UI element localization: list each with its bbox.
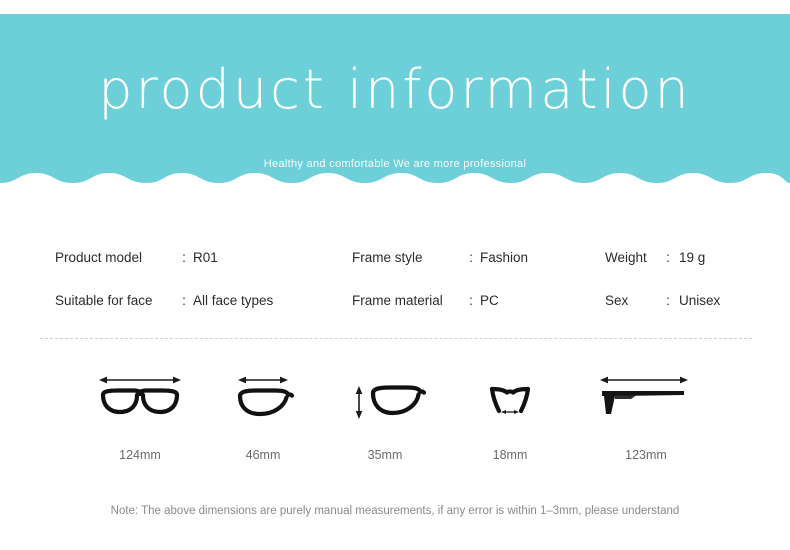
dimension-item-bridge-width: 18mm xyxy=(445,368,575,468)
table-row: Product model : R01 Frame style : Fashio… xyxy=(0,244,790,270)
header-banner: product information Healthy and comforta… xyxy=(0,14,790,195)
dimension-label: 46mm xyxy=(245,448,281,462)
spec-label: Product model xyxy=(55,249,143,265)
spec-value: 19 g xyxy=(679,249,706,265)
dimension-figure xyxy=(581,368,711,430)
spec-label: Suitable for face xyxy=(55,292,153,308)
spec-colon: : xyxy=(666,292,670,308)
product-information-page: product information Healthy and comforta… xyxy=(0,0,790,550)
dimension-item-lens-height: 35mm xyxy=(320,368,450,468)
spec-cell-frame-material: Frame material : PC xyxy=(352,287,597,313)
spec-label: Weight xyxy=(605,249,647,265)
spec-value: PC xyxy=(480,292,499,308)
spec-colon: : xyxy=(666,249,670,265)
bridge-width-icon xyxy=(489,386,531,414)
dimension-diagrams: 124mm 46mm 35mm 18mm 123mm xyxy=(0,368,790,468)
header-subtitle: Healthy and comfortable We are more prof… xyxy=(263,158,527,170)
dimension-item-lens-width: 46mm xyxy=(198,368,328,468)
lens-height-icon xyxy=(355,385,427,419)
spec-value: Fashion xyxy=(480,249,529,265)
spec-value: All face types xyxy=(193,292,274,308)
spec-colon: : xyxy=(469,249,473,265)
dimension-label: 35mm xyxy=(367,448,403,462)
page-title: product information xyxy=(98,58,692,121)
spec-cell-weight: Weight : 19 g xyxy=(605,244,790,270)
dimension-label: 124mm xyxy=(119,448,161,462)
dimension-item-temple-length: 123mm xyxy=(581,368,711,468)
table-row: Suitable for face : All face types Frame… xyxy=(0,287,790,313)
dimension-figure xyxy=(198,368,328,430)
wave-scallop-divider-icon xyxy=(0,173,790,195)
spec-value: Unisex xyxy=(679,292,721,308)
spec-cell-frame-style: Frame style : Fashion xyxy=(352,244,597,270)
measurement-note: Note: The above dimensions are purely ma… xyxy=(110,505,680,517)
dimension-figure xyxy=(445,368,575,430)
dimension-figure xyxy=(320,368,450,430)
spec-value: R01 xyxy=(193,249,218,265)
dimension-item-frame-width: 124mm xyxy=(75,368,205,468)
lens-width-icon xyxy=(237,376,295,417)
spec-colon: : xyxy=(469,292,473,308)
spec-label: Frame style xyxy=(352,249,423,265)
spec-label: Sex xyxy=(605,292,629,308)
spec-label: Frame material xyxy=(352,292,443,308)
spec-cell-sex: Sex : Unisex xyxy=(605,287,790,313)
specification-table: Product model : R01 Frame style : Fashio… xyxy=(0,232,790,322)
spec-colon: : xyxy=(182,292,186,308)
spec-cell-product-model: Product model : R01 xyxy=(55,244,345,270)
section-divider xyxy=(40,338,752,340)
temple-length-icon xyxy=(600,376,688,414)
dimension-figure xyxy=(75,368,205,430)
spec-colon: : xyxy=(182,249,186,265)
dimension-label: 18mm xyxy=(492,448,528,462)
spec-cell-suitable-for-face: Suitable for face : All face types xyxy=(55,287,345,313)
glasses-front-width-icon xyxy=(99,376,181,415)
dimension-label: 123mm xyxy=(625,448,667,462)
